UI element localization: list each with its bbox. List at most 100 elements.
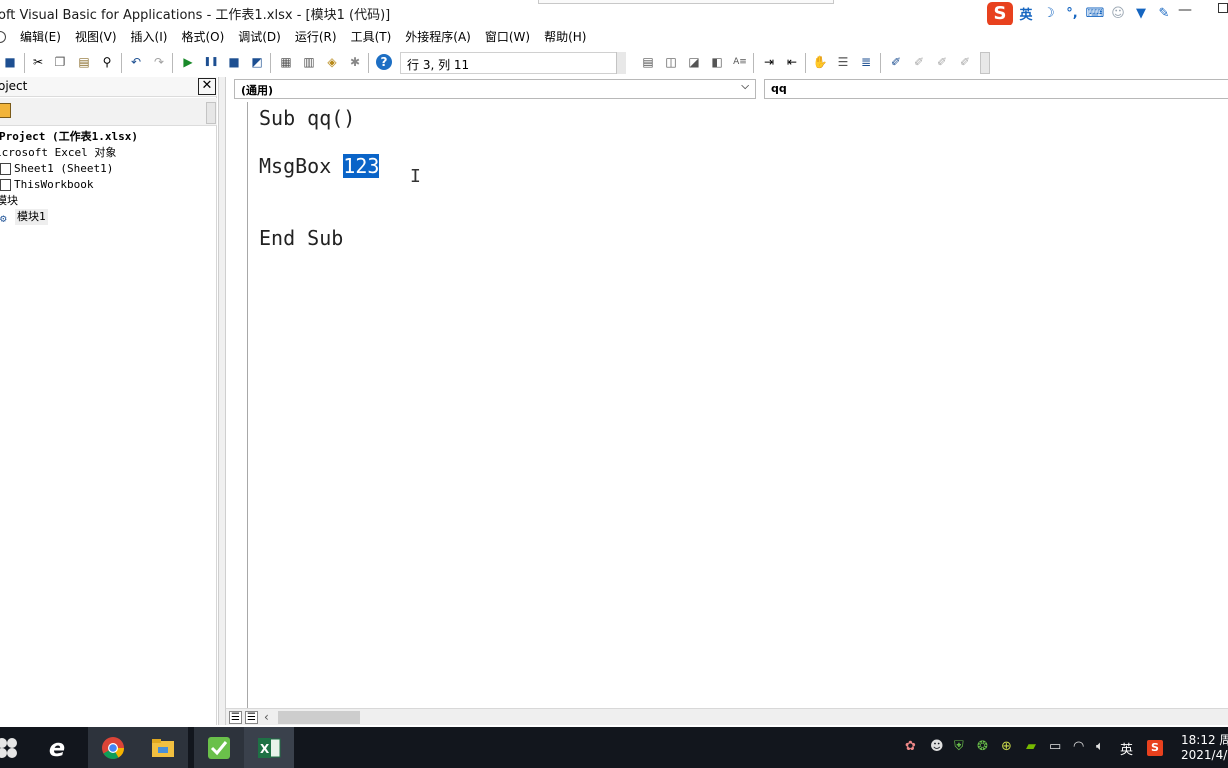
clock-time[interactable]: 18:12 周 bbox=[1181, 731, 1228, 748]
green-check-app-icon[interactable] bbox=[194, 727, 244, 768]
redo-icon[interactable]: ↷ bbox=[151, 54, 167, 70]
ie-icon[interactable]: e bbox=[32, 727, 82, 768]
procedure-view-icon[interactable]: ☰ bbox=[229, 711, 242, 724]
code-editor[interactable]: Sub qq() MsgBox 123 End Sub I bbox=[249, 102, 1228, 709]
sogou-logo-icon[interactable]: S bbox=[987, 1, 1013, 26]
pane-splitter[interactable] bbox=[218, 77, 226, 725]
comment-block-icon[interactable]: ☰ bbox=[835, 54, 851, 70]
toggle-bookmark-icon[interactable]: ✐ bbox=[888, 54, 904, 70]
paste-icon[interactable]: ▤ bbox=[76, 54, 92, 70]
save-icon[interactable]: ■ bbox=[2, 54, 18, 70]
undo-icon[interactable]: ↶ bbox=[128, 54, 144, 70]
scroll-left-icon[interactable]: ‹ bbox=[264, 710, 269, 724]
keyboard-icon[interactable]: ⌨ bbox=[1085, 6, 1105, 21]
toggle-breakpoint-icon[interactable]: ✋ bbox=[812, 54, 828, 70]
taskbar: e X ✿ ☻ ⛨ ❂ ⊕ ▰ ▭ ◠ 🔈︎ 英 S 18:12 周 2021/… bbox=[0, 727, 1228, 768]
minimize-icon[interactable]: — bbox=[1178, 2, 1192, 18]
menu-addins[interactable]: 外接程序(A) bbox=[405, 28, 471, 45]
design-mode-icon[interactable]: ◩ bbox=[249, 54, 265, 70]
clock-date[interactable]: 2021/4/ bbox=[1181, 748, 1227, 762]
menu-view[interactable]: 视图(V) bbox=[75, 28, 117, 45]
nvidia-icon[interactable]: ▰ bbox=[1026, 739, 1036, 754]
parameter-info-icon[interactable]: ◧ bbox=[709, 54, 725, 70]
qq-icon[interactable]: ☻ bbox=[930, 739, 944, 754]
tree-item-module1[interactable]: ⚙ 模块1 bbox=[0, 209, 217, 225]
ime-toolbar[interactable]: S 英 ☽ °, ⌨ ☺ ▼ ✎ bbox=[985, 0, 1175, 27]
restore-icon[interactable] bbox=[1218, 3, 1228, 13]
battery-icon[interactable]: ▭ bbox=[1049, 739, 1061, 754]
menu-tools[interactable]: 工具(T) bbox=[351, 28, 392, 45]
system-menu-icon[interactable] bbox=[0, 30, 6, 43]
toggle-folders-icon[interactable] bbox=[0, 103, 11, 118]
menu-debug[interactable]: 调试(D) bbox=[238, 28, 281, 45]
full-module-view-icon[interactable]: ☰ bbox=[245, 711, 258, 724]
reset-icon[interactable]: ■ bbox=[226, 54, 242, 70]
help-icon[interactable]: ? bbox=[376, 54, 392, 70]
menu-window[interactable]: 窗口(W) bbox=[485, 28, 530, 45]
sogou-tray-icon[interactable]: S bbox=[1147, 740, 1163, 756]
tray-plus-icon[interactable]: ⊕ bbox=[1001, 739, 1012, 754]
outdent-icon[interactable]: ⇤ bbox=[784, 54, 800, 70]
cut-icon[interactable]: ✂ bbox=[30, 54, 46, 70]
tree-item-modules[interactable]: 模块 bbox=[0, 193, 217, 209]
tree-item-project[interactable]: Project (工作表1.xlsx) bbox=[0, 129, 217, 145]
menu-edit[interactable]: 编辑(E) bbox=[20, 28, 61, 45]
punctuation-icon[interactable]: °, bbox=[1062, 6, 1082, 21]
menu-format[interactable]: 格式(O) bbox=[181, 28, 224, 45]
procedure-dropdown[interactable]: qq bbox=[764, 79, 1228, 99]
tree-item-sheet1[interactable]: Sheet1 (Sheet1) bbox=[0, 161, 217, 177]
moon-icon[interactable]: ☽ bbox=[1039, 6, 1059, 21]
indent-icon[interactable]: ⇥ bbox=[761, 54, 777, 70]
menu-run[interactable]: 运行(R) bbox=[295, 28, 337, 45]
find-icon[interactable]: ⚲ bbox=[99, 54, 115, 70]
horizontal-scrollbar[interactable]: ☰ ☰ ‹ bbox=[226, 708, 1228, 725]
tray-flower-icon[interactable]: ✿ bbox=[905, 739, 916, 754]
list-properties-icon[interactable]: ▤ bbox=[640, 54, 656, 70]
toolbar-overflow-icon[interactable] bbox=[980, 52, 990, 74]
user-icon[interactable]: ☺ bbox=[1108, 6, 1128, 21]
properties-window-icon[interactable]: ▥ bbox=[301, 54, 317, 70]
toolbar-options-icon[interactable] bbox=[616, 52, 626, 74]
object-browser-icon[interactable]: ◈ bbox=[324, 54, 340, 70]
uncomment-block-icon[interactable]: ≣ bbox=[858, 54, 874, 70]
wifi-icon[interactable]: ◠ bbox=[1073, 739, 1084, 754]
start-icon[interactable] bbox=[0, 737, 18, 759]
menu-help[interactable]: 帮助(H) bbox=[544, 28, 586, 45]
break-icon[interactable]: ❚❚ bbox=[203, 54, 219, 70]
wechat-icon[interactable]: ❂ bbox=[977, 739, 988, 754]
project-toolbar-overflow-icon[interactable] bbox=[206, 102, 216, 124]
close-icon[interactable]: ✕ bbox=[198, 78, 216, 95]
file-explorer-icon[interactable] bbox=[138, 727, 188, 768]
toolbox-icon[interactable]: ✱ bbox=[347, 54, 363, 70]
next-bookmark-icon[interactable]: ✐ bbox=[911, 54, 927, 70]
input-language[interactable]: 英 bbox=[1120, 739, 1133, 758]
code-line[interactable]: Sub qq() bbox=[259, 106, 355, 130]
run-icon[interactable]: ▶ bbox=[180, 54, 196, 70]
copy-icon[interactable]: ❐ bbox=[52, 54, 68, 70]
project-explorer-icon[interactable]: ▦ bbox=[278, 54, 294, 70]
clear-bookmarks-icon[interactable]: ✐ bbox=[957, 54, 973, 70]
tree-item-excel-objects[interactable]: icrosoft Excel 对象 bbox=[0, 145, 217, 161]
ime-mode-label[interactable]: 英 bbox=[1016, 4, 1036, 23]
complete-word-icon[interactable]: A≡ bbox=[732, 54, 748, 70]
code-line[interactable]: MsgBox 123 bbox=[259, 154, 380, 178]
quick-info-icon[interactable]: ◪ bbox=[686, 54, 702, 70]
tree-label: icrosoft Excel 对象 bbox=[0, 146, 117, 159]
shirt-icon[interactable]: ▼ bbox=[1131, 6, 1151, 21]
breakpoint-margin[interactable] bbox=[226, 102, 248, 709]
chrome-icon[interactable] bbox=[88, 727, 138, 768]
security-shield-icon[interactable]: ⛨ bbox=[954, 739, 964, 754]
list-constants-icon[interactable]: ◫ bbox=[663, 54, 679, 70]
menu-insert[interactable]: 插入(I) bbox=[131, 28, 168, 45]
tree-item-thisworkbook[interactable]: ThisWorkbook bbox=[0, 177, 217, 193]
wrench-icon[interactable]: ✎ bbox=[1154, 6, 1174, 21]
object-dropdown[interactable]: (通用) ⌵ bbox=[234, 79, 756, 99]
volume-icon[interactable]: 🔈︎ bbox=[1096, 739, 1104, 754]
code-line[interactable]: End Sub bbox=[259, 226, 343, 250]
chevron-down-icon[interactable]: ⌵ bbox=[741, 81, 749, 92]
excel-icon[interactable]: X bbox=[244, 727, 294, 768]
previous-bookmark-icon[interactable]: ✐ bbox=[934, 54, 950, 70]
scrollbar-thumb[interactable] bbox=[278, 711, 360, 724]
tree-label: Project (工作表1.xlsx) bbox=[0, 130, 138, 143]
popup-edge bbox=[538, 0, 834, 4]
